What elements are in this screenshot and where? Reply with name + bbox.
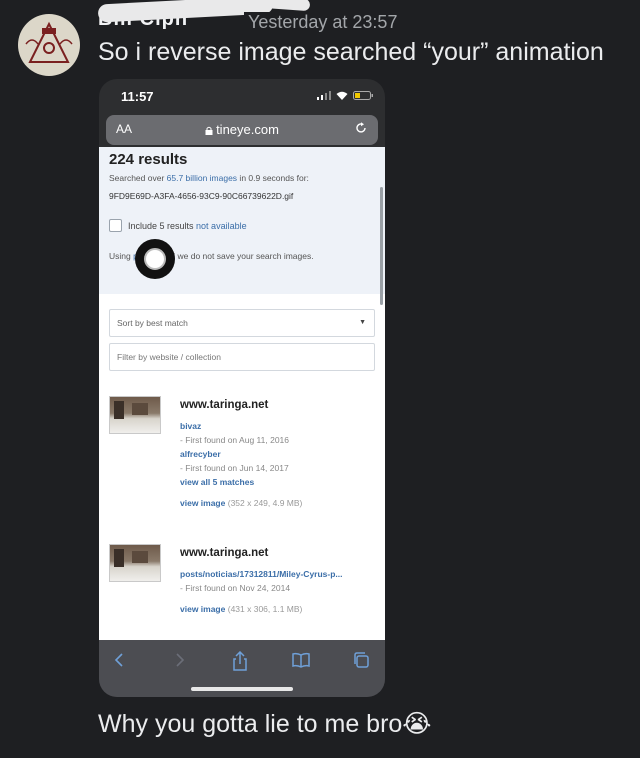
lock-icon — [205, 126, 213, 135]
wifi-icon — [336, 91, 348, 100]
searched-count-link[interactable]: 65.7 billion images — [167, 173, 237, 183]
message-text-2: Why you gotta lie to me bro😭 — [98, 710, 432, 738]
share-button[interactable] — [231, 651, 249, 671]
private-prefix: Using — [109, 251, 134, 261]
status-time: 11:57 — [121, 89, 154, 104]
result-entry: - First found on Aug 11, 2016 — [180, 435, 289, 445]
status-bar: 11:57 — [99, 79, 385, 113]
result-entry[interactable]: bivaz — [180, 421, 201, 431]
home-indicator — [191, 687, 293, 691]
result-entry[interactable]: posts/noticias/17312811/Miley-Cyrus-p... — [180, 569, 343, 579]
reload-button[interactable] — [354, 121, 368, 135]
result-domain[interactable]: www.taringa.net — [180, 547, 268, 559]
searched-over-text: Searched over 65.7 billion images in 0.9… — [109, 173, 309, 183]
searched-prefix: Searched over — [109, 173, 167, 183]
status-icons — [317, 91, 373, 100]
view-image-meta: (352 x 249, 4.9 MB) — [227, 498, 303, 508]
caret-down-icon: ▼ — [359, 319, 366, 326]
filter-placeholder: Filter by website / collection — [117, 352, 221, 362]
message-timestamp: Yesterday at 23:57 — [244, 12, 398, 33]
back-button[interactable] — [113, 651, 125, 669]
searched-filename: 9FD9E69D-A3FA-4656-93C9-90C66739622D.gif — [109, 191, 294, 201]
message-text-1: So i reverse image searched “your” anima… — [98, 38, 604, 66]
forward-button[interactable] — [174, 651, 186, 669]
results-count: 224 results — [109, 151, 188, 168]
back-icon — [114, 653, 123, 667]
bookmarks-icon — [292, 652, 310, 668]
not-available-link[interactable]: not available — [196, 221, 247, 231]
filter-input[interactable]: Filter by website / collection — [109, 343, 375, 371]
result-thumbnail[interactable] — [109, 544, 161, 582]
include-prefix: Include 5 results — [128, 221, 197, 231]
view-image-link[interactable]: view image (352 x 249, 4.9 MB) — [180, 498, 302, 508]
url-text[interactable]: tineye.com — [106, 122, 378, 137]
result-entry[interactable]: alfrecyber — [180, 449, 221, 459]
screenshot-attachment[interactable]: 11:57 AA tineye.com 224 results Searched… — [99, 79, 385, 697]
bookmarks-button[interactable] — [291, 651, 311, 669]
scrollbar[interactable] — [380, 187, 383, 305]
sort-label: Sort by best match — [117, 318, 188, 328]
results-summary-panel: 224 results Searched over 65.7 billion i… — [99, 147, 385, 294]
result-thumbnail[interactable] — [109, 396, 161, 434]
touch-indicator — [135, 239, 175, 279]
battery-icon — [353, 91, 373, 100]
signal-icon — [317, 91, 331, 100]
sort-dropdown[interactable]: Sort by best match ▼ — [109, 309, 375, 337]
avatar[interactable] — [18, 14, 80, 76]
searched-suffix: in 0.9 seconds for: — [237, 173, 309, 183]
avatar-drawing-icon — [25, 21, 73, 63]
result-entry: - First found on Nov 24, 2014 — [180, 583, 291, 593]
include-results-label: Include 5 results not available — [128, 221, 247, 231]
forward-icon — [176, 653, 185, 667]
address-bar[interactable]: AA tineye.com — [106, 115, 378, 145]
result-domain[interactable]: www.taringa.net — [180, 399, 268, 411]
view-all-matches-link[interactable]: view all 5 matches — [180, 477, 254, 487]
tabs-button[interactable] — [352, 651, 370, 669]
result-entry: - First found on Jun 14, 2017 — [180, 463, 289, 473]
view-image-link[interactable]: view image (431 x 306, 1.1 MB) — [180, 604, 302, 614]
share-icon — [233, 651, 247, 671]
webpage[interactable]: 224 results Searched over 65.7 billion i… — [99, 147, 385, 640]
url-label: tineye.com — [216, 122, 279, 137]
view-image-meta: (431 x 306, 1.1 MB) — [227, 604, 303, 614]
view-image-label: view image — [180, 604, 226, 614]
view-image-label: view image — [180, 498, 226, 508]
reload-icon — [356, 122, 366, 133]
include-results-checkbox[interactable] — [109, 219, 122, 232]
tabs-icon — [354, 652, 369, 668]
private-suffix: and we do not save your search images. — [158, 251, 314, 261]
